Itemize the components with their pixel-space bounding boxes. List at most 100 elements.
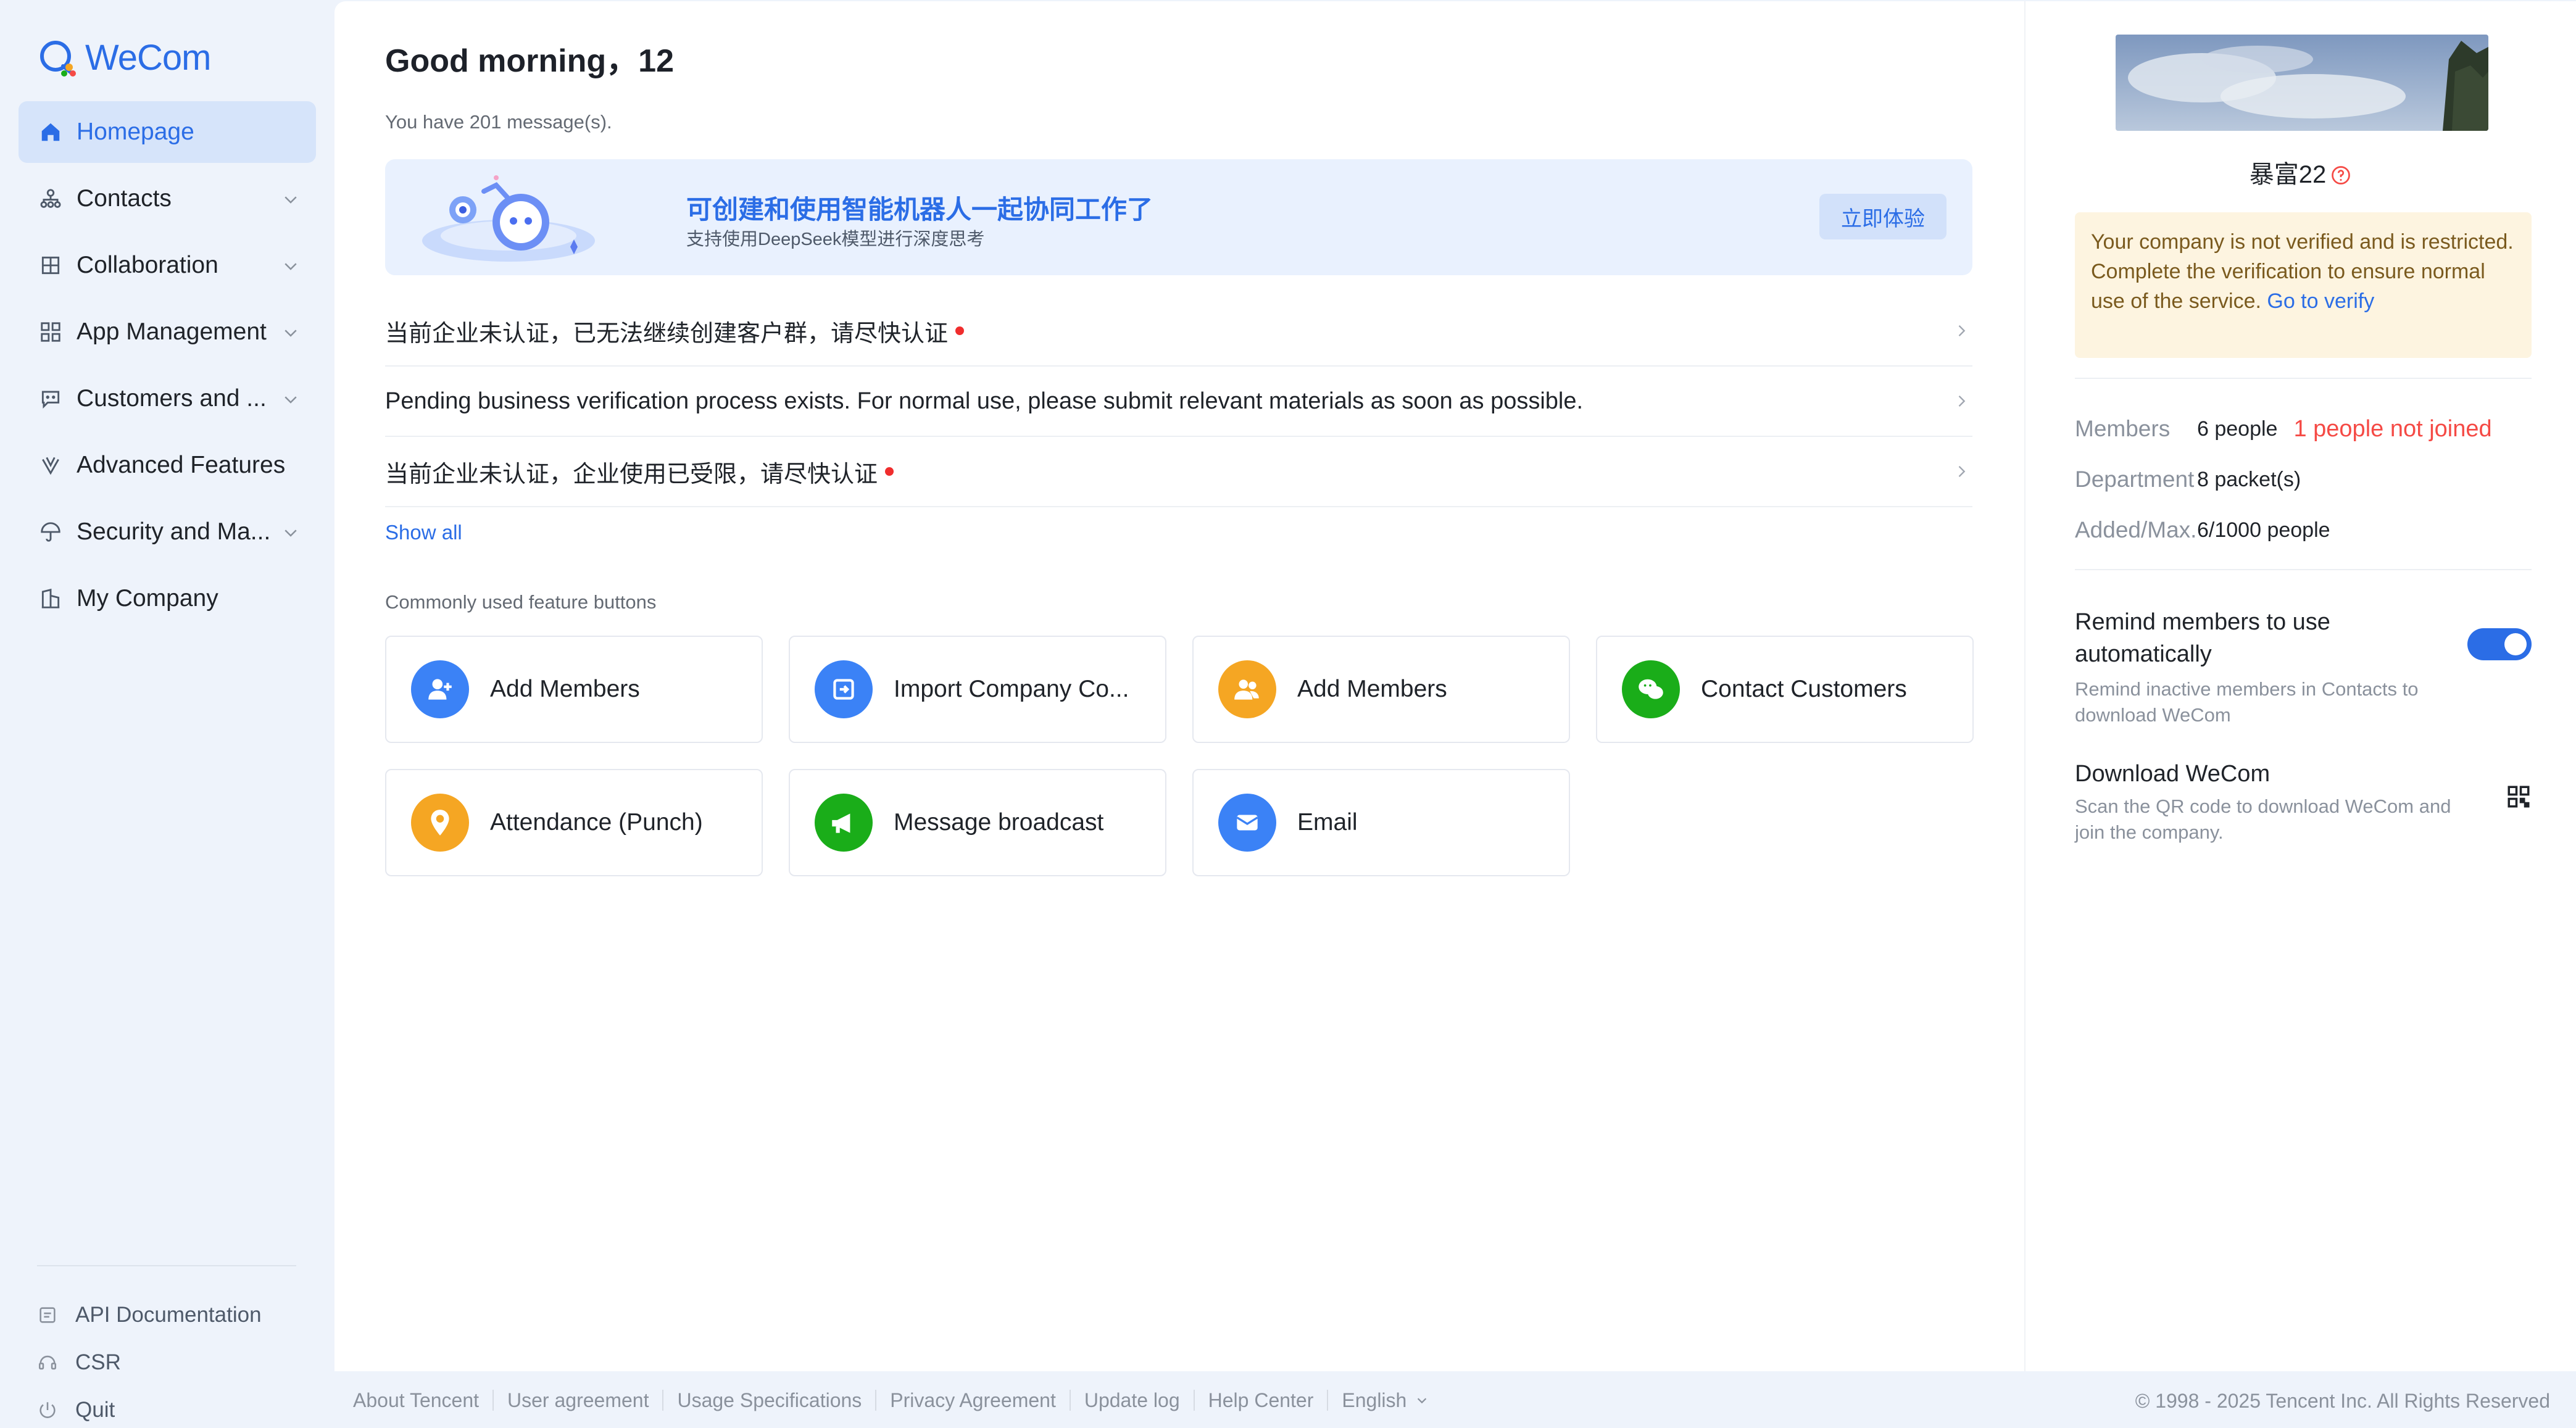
qr-code-icon[interactable] xyxy=(2506,784,2532,810)
robot-illustration-icon xyxy=(422,175,595,262)
notice-item[interactable]: 当前企业未认证，企业使用已受限，请尽快认证 xyxy=(385,437,1972,507)
add-members-group-icon xyxy=(1218,660,1276,718)
sidebar-item-label: API Documentation xyxy=(75,1302,262,1327)
notice-text: 当前企业未认证，已无法继续创建客户群，请尽快认证 xyxy=(385,320,949,347)
company-stats: Members 6 people 1 people not joined Dep… xyxy=(2075,404,2544,555)
footer-link-help[interactable]: Help Center xyxy=(1195,1390,1329,1411)
logo[interactable]: WeCom xyxy=(35,36,211,79)
app-name: WeCom xyxy=(85,37,211,78)
building-icon xyxy=(38,586,63,611)
message-broadcast-button[interactable]: Message broadcast xyxy=(789,769,1166,876)
download-title: Download WeCom xyxy=(2075,761,2271,787)
sidebar-item-label: Customers and ... xyxy=(77,385,267,412)
members-row: Members 6 people 1 people not joined xyxy=(2075,404,2544,454)
location-icon xyxy=(411,794,469,852)
toggle-knob xyxy=(2504,633,2527,655)
remind-toggle[interactable] xyxy=(2467,628,2532,660)
footer-link-update-log[interactable]: Update log xyxy=(1071,1390,1195,1411)
csr-icon xyxy=(38,1355,57,1369)
main-panel: Good morning，12 You have 201 message(s).… xyxy=(334,1,2576,1371)
add-members-button[interactable]: Add Members xyxy=(385,636,763,743)
email-button[interactable]: Email xyxy=(1192,769,1570,876)
company-cover-image[interactable] xyxy=(2116,35,2488,131)
language-label: English xyxy=(1342,1389,1407,1411)
footer-link-about[interactable]: About Tencent xyxy=(353,1390,494,1411)
feature-label: Message broadcast xyxy=(894,809,1104,836)
language-select[interactable]: English xyxy=(1328,1390,1442,1411)
company-name-text: 暴富22 xyxy=(2249,161,2327,188)
wechat-icon xyxy=(1622,660,1680,718)
notice-text: Pending business verification process ex… xyxy=(385,388,1584,414)
sidebar-item-label: Quit xyxy=(75,1397,115,1422)
unread-dot xyxy=(885,467,894,476)
sidebar-footer: API Documentation CSR Quit xyxy=(37,1265,296,1428)
document-icon xyxy=(39,1306,56,1323)
try-now-button[interactable]: 立即体验 xyxy=(1819,194,1947,239)
department-label: Department xyxy=(2075,467,2195,492)
chevron-right-icon xyxy=(1958,396,1966,407)
sidebar-item-api-docs[interactable]: API Documentation xyxy=(37,1291,296,1339)
sidebar: WeCom Homepage Contacts Collaboration Ap… xyxy=(0,0,333,1428)
footer-link-usage[interactable]: Usage Specifications xyxy=(663,1390,877,1411)
download-wecom: Download WeCom Scan the QR code to downl… xyxy=(2075,758,2532,845)
sidebar-item-app-management[interactable]: App Management xyxy=(19,301,316,363)
notice-item[interactable]: Pending business verification process ex… xyxy=(385,367,1972,437)
members-label: Members xyxy=(2075,416,2171,441)
notice-item[interactable]: 当前企业未认证，已无法继续创建客户群，请尽快认证 xyxy=(385,296,1972,367)
attendance-button[interactable]: Attendance (Punch) xyxy=(385,769,763,876)
members-not-joined-link[interactable]: 1 people not joined xyxy=(2293,416,2491,442)
sidebar-item-my-company[interactable]: My Company xyxy=(19,568,316,629)
footer: About Tencent User agreement Usage Speci… xyxy=(353,1386,2550,1417)
feature-label: Add Members xyxy=(1297,676,1447,702)
mail-icon xyxy=(1218,794,1276,852)
sidebar-item-csr[interactable]: CSR xyxy=(37,1339,296,1386)
chevron-down-icon xyxy=(285,196,297,204)
sidebar-item-homepage[interactable]: Homepage xyxy=(19,101,316,163)
sidebar-item-collaboration[interactable]: Collaboration xyxy=(19,235,316,296)
import-company-contacts-button[interactable]: Import Company Co... xyxy=(789,636,1166,743)
remind-setting: Remind members to use automatically Remi… xyxy=(2075,606,2532,728)
chat-icon xyxy=(38,386,63,411)
umbrella-icon xyxy=(38,520,63,544)
remind-subtitle: Remind inactive members in Contacts to d… xyxy=(2075,678,2419,726)
notice-list: 当前企业未认证，已无法继续创建客户群，请尽快认证 Pending busines… xyxy=(385,296,1972,507)
sidebar-item-contacts[interactable]: Contacts xyxy=(19,168,316,230)
chevron-down-icon xyxy=(285,529,297,537)
go-to-verify-link[interactable]: Go to verify xyxy=(2267,289,2374,313)
advanced-icon xyxy=(38,453,63,478)
sidebar-item-customers[interactable]: Customers and ... xyxy=(19,368,316,430)
sidebar-item-advanced-features[interactable]: Advanced Features xyxy=(19,434,316,496)
add-members-group-button[interactable]: Add Members xyxy=(1192,636,1570,743)
download-subtitle: Scan the QR code to download WeCom and j… xyxy=(2075,795,2451,843)
feature-label: Contact Customers xyxy=(1701,676,1907,702)
footer-link-privacy[interactable]: Privacy Agreement xyxy=(876,1390,1071,1411)
home-icon xyxy=(38,120,63,144)
footer-link-user-agreement[interactable]: User agreement xyxy=(494,1390,664,1411)
ai-bot-banner[interactable]: 可创建和使用智能机器人一起协同工作了 支持使用DeepSeek模型进行深度思考 … xyxy=(385,159,1972,275)
help-icon[interactable] xyxy=(2330,164,2352,186)
sidebar-item-quit[interactable]: Quit xyxy=(37,1386,296,1428)
message-count[interactable]: You have 201 message(s). xyxy=(385,111,612,133)
banner-subtitle: 支持使用DeepSeek模型进行深度思考 xyxy=(686,230,985,249)
features-section-label: Commonly used feature buttons xyxy=(385,591,657,613)
chevron-down-icon xyxy=(285,330,297,337)
company-info-panel: 暴富22 Your company is not verified and is… xyxy=(2024,1,2576,1371)
added-max-row: Added/Max. 6/1000 people xyxy=(2075,505,2544,555)
verification-warning: Your company is not verified and is rest… xyxy=(2075,212,2532,358)
sidebar-item-security[interactable]: Security and Ma... xyxy=(19,501,316,563)
chevron-down-icon xyxy=(1418,1398,1427,1404)
feature-label: Email xyxy=(1297,809,1358,836)
added-max-value: 6/1000 people xyxy=(2197,518,2330,542)
chevron-down-icon xyxy=(285,263,297,270)
department-value: 8 packet(s) xyxy=(2197,467,2301,491)
show-all-link[interactable]: Show all xyxy=(385,521,462,544)
import-icon xyxy=(815,660,873,718)
greeting-title: Good morning，12 xyxy=(385,43,675,79)
sidebar-item-label: Collaboration xyxy=(77,252,218,278)
grid-icon xyxy=(38,320,63,344)
chevron-down-icon xyxy=(285,396,297,404)
megaphone-icon xyxy=(815,794,873,852)
contact-customers-button[interactable]: Contact Customers xyxy=(1596,636,1974,743)
feature-label: Attendance (Punch) xyxy=(490,809,703,836)
wecom-logo-icon xyxy=(40,41,76,77)
